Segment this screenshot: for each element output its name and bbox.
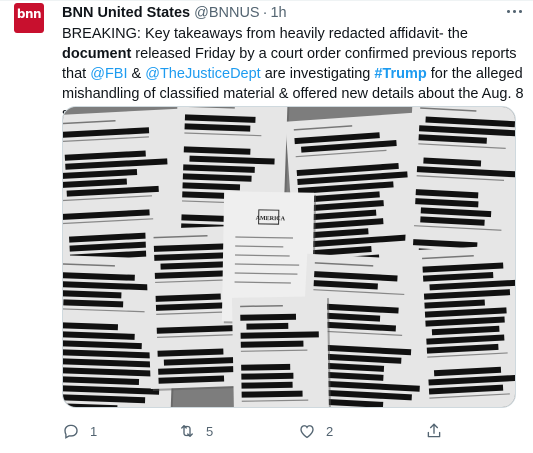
mention-fbi[interactable]: @FBI bbox=[90, 66, 127, 82]
avatar[interactable]: bnn bbox=[14, 3, 44, 33]
hashtag-trump[interactable]: #Trump bbox=[374, 66, 426, 82]
mention-justicedept[interactable]: @TheJusticeDept bbox=[145, 66, 260, 82]
reply-button[interactable]: 1 bbox=[62, 419, 97, 443]
document-page bbox=[231, 296, 332, 407]
tweet-actions: 1 5 2 bbox=[62, 419, 522, 443]
text-bold-document: document bbox=[62, 46, 132, 62]
retweet-button[interactable]: 5 bbox=[178, 419, 213, 443]
heart-icon bbox=[300, 425, 314, 439]
separator-dot: · bbox=[262, 5, 268, 21]
text-part: are investigating bbox=[260, 66, 375, 82]
tweet-media[interactable]: AMERICA bbox=[62, 106, 516, 408]
text-part: & bbox=[127, 66, 146, 82]
document-page bbox=[413, 244, 515, 407]
share-icon bbox=[427, 423, 441, 438]
like-count: 2 bbox=[326, 423, 334, 439]
page-cover-text: AMERICA bbox=[256, 216, 286, 223]
redacted-document-pages-photo: AMERICA bbox=[63, 107, 515, 407]
more-options-button[interactable] bbox=[505, 7, 523, 17]
tweet-header: BNN United States @BNNUS · 1h bbox=[62, 4, 287, 22]
retweet-count: 5 bbox=[206, 423, 214, 439]
author-handle[interactable]: @BNNUS bbox=[194, 5, 259, 21]
share-button[interactable] bbox=[425, 419, 443, 443]
reply-count: 1 bbox=[90, 423, 98, 439]
tweet-card[interactable]: bnn BNN United States @BNNUS · 1h BREAKING:… bbox=[0, 0, 533, 453]
like-button[interactable]: 2 bbox=[298, 419, 333, 443]
tweet-time[interactable]: 1h bbox=[270, 5, 286, 21]
text-part: BREAKING: Key takeaways from heavily red… bbox=[62, 26, 468, 42]
reply-icon bbox=[64, 424, 78, 439]
author-name[interactable]: BNN United States bbox=[62, 5, 190, 21]
bnn-logo: bnn bbox=[16, 7, 42, 21]
retweet-icon bbox=[181, 425, 193, 437]
